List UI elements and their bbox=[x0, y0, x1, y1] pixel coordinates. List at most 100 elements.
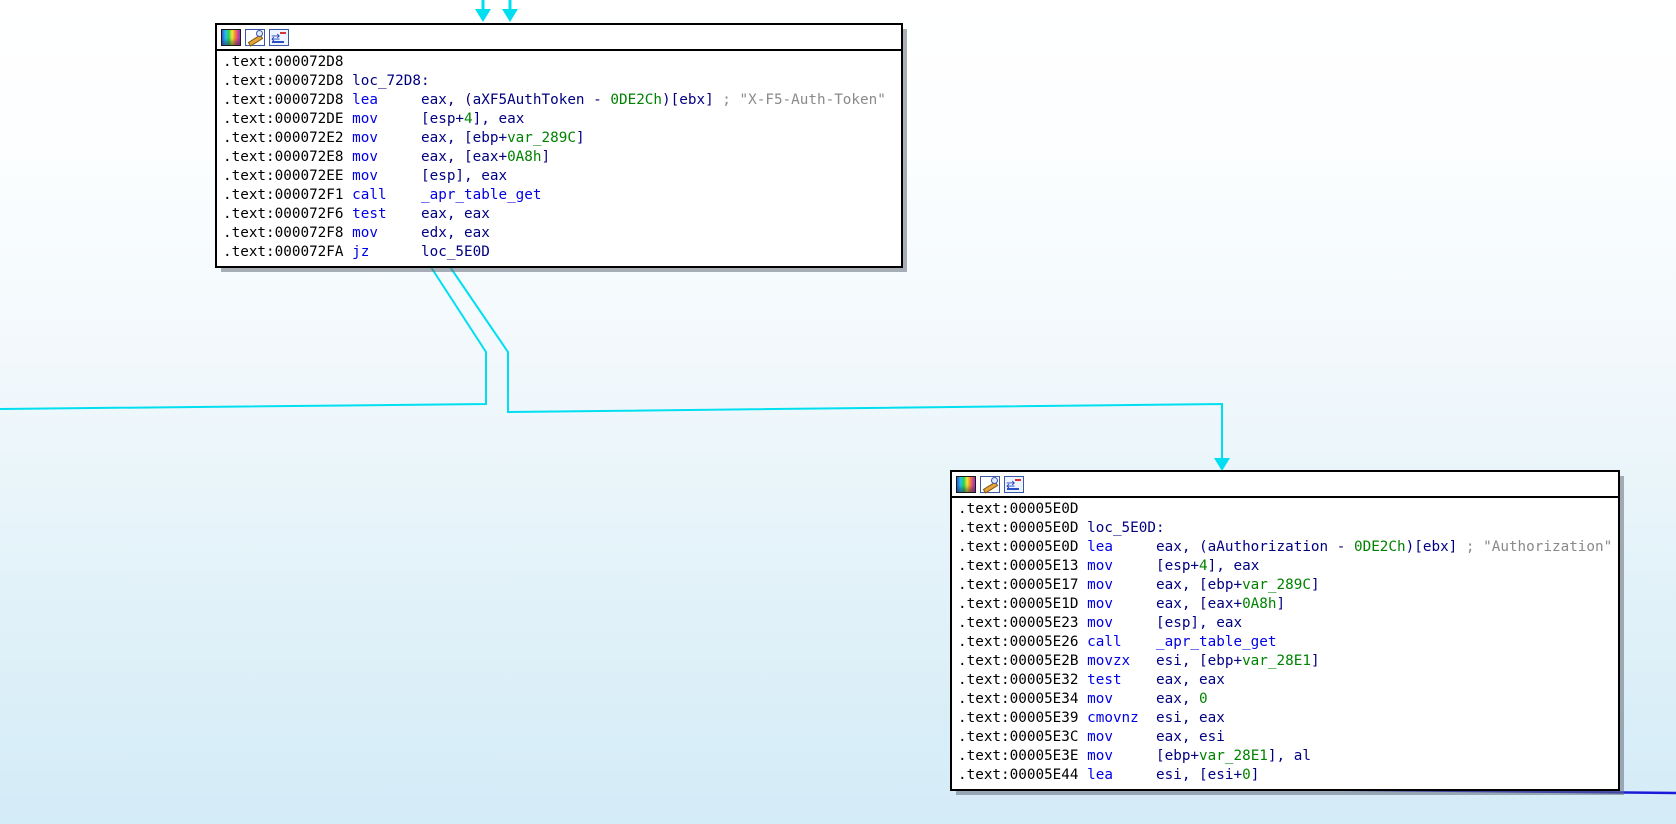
asm-token: mov bbox=[1087, 691, 1156, 707]
asm-token: ; "Authorization" bbox=[1457, 539, 1613, 555]
asm-token: mov bbox=[1087, 596, 1156, 612]
asm-token: .text:000072E8 bbox=[223, 149, 353, 165]
asm-token: .text:00005E34 bbox=[958, 691, 1088, 707]
asm-line[interactable]: .text:000072E2 mov eax, [ebp+var_289C] bbox=[223, 129, 895, 148]
asm-token: 0 bbox=[1199, 691, 1208, 707]
asm-line[interactable]: .text:00005E3C mov eax, esi bbox=[958, 728, 1612, 747]
asm-token: mov bbox=[352, 168, 421, 184]
basic-block-loc_72D8[interactable]: ⇄ .text:000072D8 .text:000072D8 loc_72D8:.… bbox=[215, 23, 903, 268]
asm-line[interactable]: .text:000072F8 mov edx, eax bbox=[223, 224, 895, 243]
asm-token: eax, [ebp+ bbox=[421, 130, 508, 146]
basic-block-loc_5E0D[interactable]: ⇄ .text:00005E0D .text:00005E0D loc_5E0D:.… bbox=[950, 470, 1620, 791]
asm-line[interactable]: .text:00005E3E mov [ebp+var_28E1], al bbox=[958, 747, 1612, 766]
group-arrows-glyph: ⇄ bbox=[271, 30, 281, 44]
edge-incoming-left-arrowhead bbox=[475, 9, 491, 22]
asm-token: mov bbox=[352, 225, 421, 241]
node-titlebar: ⇄ bbox=[952, 472, 1618, 498]
asm-token: [esp], eax bbox=[1156, 615, 1243, 631]
edit-node-icon[interactable] bbox=[980, 475, 1000, 493]
asm-token: movzx bbox=[1087, 653, 1156, 669]
asm-token: ], al bbox=[1267, 748, 1311, 764]
asm-line[interactable]: .text:00005E17 mov eax, [ebp+var_289C] bbox=[958, 576, 1612, 595]
asm-token: loc_5E0D: bbox=[1087, 520, 1165, 536]
asm-token: cmovnz bbox=[1087, 710, 1156, 726]
asm-token: 0A8h bbox=[507, 149, 542, 165]
asm-line[interactable]: .text:000072D8 bbox=[223, 53, 895, 72]
asm-token: ] bbox=[575, 130, 585, 146]
asm-line[interactable]: .text:000072D8 loc_72D8: bbox=[223, 72, 895, 91]
asm-line[interactable]: .text:00005E39 cmovnz esi, eax bbox=[958, 709, 1612, 728]
asm-token: call bbox=[1087, 634, 1156, 650]
asm-token: .text:00005E32 bbox=[958, 672, 1088, 688]
asm-token: [ebp+ bbox=[1156, 748, 1200, 764]
asm-token: mov bbox=[1087, 729, 1156, 745]
asm-line[interactable]: .text:000072FA jz loc_5E0D bbox=[223, 243, 895, 262]
asm-token: eax, eax bbox=[1156, 672, 1225, 688]
asm-line[interactable]: .text:00005E13 mov [esp+4], eax bbox=[958, 557, 1612, 576]
disasm-listing: .text:00005E0D .text:00005E0D loc_5E0D: .t… bbox=[952, 498, 1618, 789]
asm-token: .text:00005E3E bbox=[958, 748, 1088, 764]
asm-token: .text:000072E2 bbox=[223, 130, 353, 146]
asm-token: var_289C bbox=[507, 130, 576, 146]
asm-token: ], eax bbox=[1207, 558, 1260, 574]
edit-node-icon[interactable] bbox=[245, 28, 265, 46]
asm-line[interactable]: .text:000072E8 mov eax, [eax+0A8h] bbox=[223, 148, 895, 167]
asm-token: mov bbox=[1087, 748, 1156, 764]
asm-token: mov bbox=[1087, 577, 1156, 593]
asm-token: .text:000072D8 bbox=[223, 73, 353, 89]
asm-token: loc_5E0D bbox=[421, 244, 490, 260]
asm-token: var_28E1 bbox=[1242, 653, 1311, 669]
group-nodes-icon[interactable]: ⇄ bbox=[269, 28, 289, 46]
asm-line[interactable]: .text:000072F6 test eax, eax bbox=[223, 205, 895, 224]
asm-token: ], eax bbox=[472, 111, 525, 127]
asm-token: .text:00005E1D bbox=[958, 596, 1088, 612]
asm-line[interactable]: .text:00005E0D loc_5E0D: bbox=[958, 519, 1612, 538]
asm-token: ] bbox=[1276, 596, 1286, 612]
asm-line[interactable]: .text:000072F1 call _apr_table_get bbox=[223, 186, 895, 205]
asm-token: call bbox=[352, 187, 421, 203]
asm-token: .text:00005E13 bbox=[958, 558, 1088, 574]
asm-token: .text:000072F6 bbox=[223, 206, 353, 222]
asm-line[interactable]: .text:00005E26 call _apr_table_get bbox=[958, 633, 1612, 652]
asm-token: ] bbox=[541, 149, 551, 165]
asm-line[interactable]: .text:000072DE mov [esp+4], eax bbox=[223, 110, 895, 129]
asm-line[interactable]: .text:00005E32 test eax, eax bbox=[958, 671, 1612, 690]
asm-token: [esp+ bbox=[1156, 558, 1200, 574]
group-arrows-glyph: ⇄ bbox=[1006, 477, 1016, 491]
asm-token: ; "X-F5-Auth-Token" bbox=[713, 92, 886, 108]
asm-token: [esp], eax bbox=[421, 168, 508, 184]
node-color-icon[interactable] bbox=[221, 28, 241, 46]
asm-line[interactable]: .text:000072EE mov [esp], eax bbox=[223, 167, 895, 186]
node-color-icon[interactable] bbox=[956, 475, 976, 493]
asm-token: eax, (aXF5AuthToken - bbox=[421, 92, 611, 108]
asm-token: mov bbox=[352, 111, 421, 127]
asm-line[interactable]: .text:00005E0D bbox=[958, 500, 1612, 519]
asm-token: eax, [ebp+ bbox=[1156, 577, 1243, 593]
asm-token: .text:00005E39 bbox=[958, 710, 1088, 726]
edge-out-left-offscreen bbox=[0, 260, 487, 410]
asm-token: _apr_table_get bbox=[1156, 634, 1277, 650]
asm-line[interactable]: .text:00005E0D lea eax, (aAuthorization … bbox=[958, 538, 1612, 557]
asm-token: 4 bbox=[464, 111, 473, 127]
asm-line[interactable]: .text:00005E1D mov eax, [eax+0A8h] bbox=[958, 595, 1612, 614]
asm-token: .text:00005E0D bbox=[958, 520, 1088, 536]
asm-token: var_289C bbox=[1242, 577, 1311, 593]
asm-line[interactable]: .text:00005E23 mov [esp], eax bbox=[958, 614, 1612, 633]
asm-token: 0DE2Ch bbox=[610, 92, 663, 108]
asm-line[interactable]: .text:00005E2B movzx esi, [ebp+var_28E1] bbox=[958, 652, 1612, 671]
asm-token: .text:00005E44 bbox=[958, 767, 1088, 783]
asm-line[interactable]: .text:000072D8 lea eax, (aXF5AuthToken -… bbox=[223, 91, 895, 110]
asm-token: )[ebx] bbox=[1405, 539, 1458, 555]
asm-token: jz bbox=[352, 244, 421, 260]
asm-token: eax, eax bbox=[421, 206, 490, 222]
disasm-listing: .text:000072D8 .text:000072D8 loc_72D8: .t… bbox=[217, 51, 901, 266]
asm-line[interactable]: .text:00005E44 lea esi, [esi+0] bbox=[958, 766, 1612, 785]
asm-token: .text:00005E0D bbox=[958, 501, 1079, 517]
graph-canvas[interactable]: ⇄ .text:000072D8 .text:000072D8 loc_72D8:.… bbox=[0, 0, 1676, 824]
asm-line[interactable]: .text:00005E34 mov eax, 0 bbox=[958, 690, 1612, 709]
group-nodes-icon[interactable]: ⇄ bbox=[1004, 475, 1024, 493]
asm-token: eax, bbox=[1156, 691, 1200, 707]
asm-token: var_28E1 bbox=[1199, 748, 1268, 764]
asm-token: test bbox=[1087, 672, 1156, 688]
asm-token: .text:000072EE bbox=[223, 168, 353, 184]
